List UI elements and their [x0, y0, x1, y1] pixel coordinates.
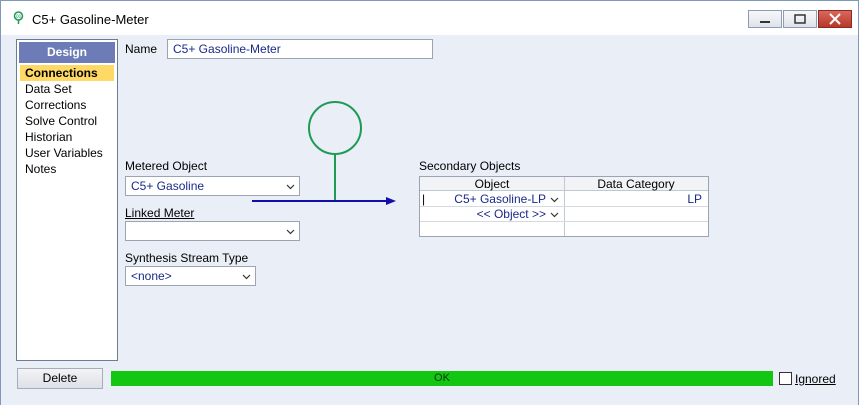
- meter-diagram: [252, 101, 396, 205]
- secondary-objects-table: Object Data Category | C5+ Gasoline-LP L…: [419, 176, 709, 237]
- category-cell[interactable]: LP: [566, 192, 702, 206]
- chevron-down-icon: [286, 184, 295, 190]
- delete-button[interactable]: Delete: [17, 368, 103, 389]
- sidebar-item-user-variables[interactable]: User Variables: [20, 145, 114, 161]
- meter-app-icon: 00: [13, 11, 24, 24]
- minimize-button[interactable]: [748, 10, 782, 28]
- title-bar: 00 C5+ Gasoline-Meter: [1, 1, 858, 35]
- row-cursor: |: [422, 192, 426, 206]
- sidebar-nav: Design Connections Data Set Corrections …: [16, 39, 118, 361]
- column-header-data-category[interactable]: Data Category: [564, 177, 708, 191]
- chevron-down-icon[interactable]: [550, 195, 559, 204]
- metered-object-value: C5+ Gasoline: [131, 179, 205, 193]
- name-field[interactable]: C5+ Gasoline-Meter: [167, 39, 433, 59]
- linked-meter-label-text: Linked Meter: [125, 206, 195, 220]
- sidebar-item-historian[interactable]: Historian: [20, 129, 114, 145]
- table-row[interactable]: << Object >>: [420, 207, 708, 222]
- window-title: C5+ Gasoline-Meter: [32, 12, 149, 27]
- object-cell[interactable]: C5+ Gasoline-LP: [434, 192, 546, 206]
- close-icon: [829, 13, 841, 25]
- dialog-content: Design Connections Data Set Corrections …: [1, 35, 858, 405]
- category-cell[interactable]: [566, 207, 702, 221]
- ignored-label-text: Ignored: [795, 372, 836, 386]
- restore-icon: [794, 14, 806, 24]
- close-button[interactable]: [818, 10, 852, 28]
- secondary-objects-label: Secondary Objects: [419, 159, 521, 173]
- metered-object-label: Metered Object: [125, 159, 208, 173]
- ignored-checkbox[interactable]: [779, 372, 792, 385]
- synthesis-stream-type-value: <none>: [131, 269, 172, 283]
- linked-meter-label: Linked Meter: [125, 206, 194, 220]
- sidebar-item-data-set[interactable]: Data Set: [20, 81, 114, 97]
- linked-meter-dropdown[interactable]: [125, 221, 300, 241]
- sidebar-item-solve-control[interactable]: Solve Control: [20, 113, 114, 129]
- status-bar: OK: [111, 371, 773, 386]
- table-row[interactable]: | C5+ Gasoline-LP LP: [420, 192, 708, 207]
- stream-arrow-icon: [386, 197, 396, 205]
- meter-window: 00 C5+ Gasoline-Meter Design Connections…: [0, 0, 859, 405]
- sidebar-item-notes[interactable]: Notes: [20, 161, 114, 177]
- synthesis-stream-type-label: Synthesis Stream Type: [125, 251, 249, 265]
- svg-text:00: 00: [16, 14, 22, 19]
- ignored-label: Ignored: [795, 372, 836, 386]
- meter-symbol[interactable]: [308, 101, 362, 155]
- metered-object-dropdown[interactable]: C5+ Gasoline: [125, 176, 300, 196]
- chevron-down-icon: [286, 229, 295, 235]
- chevron-down-icon: [242, 274, 251, 280]
- minimize-icon: [760, 21, 770, 23]
- object-cell[interactable]: << Object >>: [434, 207, 546, 221]
- sidebar-item-corrections[interactable]: Corrections: [20, 97, 114, 113]
- sidebar-header: Design: [19, 42, 115, 63]
- maximize-button[interactable]: [783, 10, 817, 28]
- sidebar-item-connections[interactable]: Connections: [20, 65, 114, 81]
- synthesis-stream-type-dropdown[interactable]: <none>: [125, 266, 256, 286]
- chevron-down-icon[interactable]: [550, 210, 559, 219]
- column-header-object[interactable]: Object: [420, 177, 564, 191]
- name-label: Name: [125, 42, 158, 56]
